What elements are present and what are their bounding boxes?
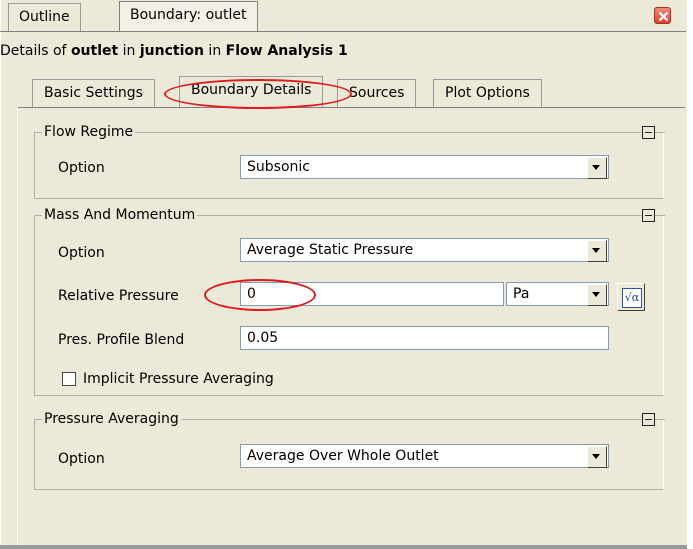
mass-option-select[interactable]: Average Static Pressure — [240, 238, 609, 262]
mass-momentum-title: Mass And Momentum — [42, 207, 198, 223]
pressure-averaging-option-label: Option — [58, 451, 105, 467]
chevron-down-icon[interactable] — [587, 157, 607, 179]
pressure-unit-select[interactable]: Pa — [506, 282, 609, 306]
profile-blend-value: 0.05 — [247, 330, 279, 346]
chevron-down-icon[interactable] — [587, 446, 607, 468]
collapse-icon[interactable] — [642, 209, 665, 222]
panel-right-edge — [687, 0, 693, 549]
pressure-averaging-option-select[interactable]: Average Over Whole Outlet — [240, 444, 609, 468]
expression-button[interactable]: √α — [617, 283, 645, 311]
implicit-pressure-checkbox[interactable] — [62, 372, 76, 386]
panel-bottom-edge — [0, 545, 690, 549]
collapse-icon[interactable] — [642, 126, 665, 139]
details-domain: junction — [139, 43, 204, 59]
profile-blend-label: Pres. Profile Blend — [58, 332, 185, 348]
tab-boundary-outlet-label: Boundary: outlet — [130, 7, 247, 23]
pressure-averaging-title: Pressure Averaging — [42, 411, 181, 427]
tab-basic-settings[interactable]: Basic Settings — [32, 79, 155, 107]
tab-strip-divider — [0, 31, 686, 32]
tab-sources-label: Sources — [349, 85, 405, 101]
highlight-ellipse-relative-pressure — [204, 279, 316, 311]
tab-outline[interactable]: Outline — [8, 3, 81, 31]
pressure-averaging-option-value: Average Over Whole Outlet — [247, 448, 439, 464]
tab-basic-settings-label: Basic Settings — [44, 85, 143, 101]
implicit-pressure-label: Implicit Pressure Averaging — [83, 371, 274, 387]
details-header: Details of outlet in junction in Flow An… — [0, 43, 348, 59]
details-mid2: in — [203, 43, 226, 59]
flow-regime-title: Flow Regime — [42, 124, 136, 140]
tab-boundary-outlet[interactable]: Boundary: outlet — [119, 1, 258, 32]
inner-panel-edge — [17, 107, 18, 549]
details-mid1: in — [118, 43, 140, 59]
chevron-down-icon[interactable] — [587, 284, 607, 306]
expression-icon: √α — [622, 288, 642, 308]
flow-regime-option-value: Subsonic — [247, 159, 310, 175]
mass-option-value: Average Static Pressure — [247, 242, 414, 258]
details-analysis: Flow Analysis 1 — [225, 43, 348, 59]
flow-regime-option-select[interactable]: Subsonic — [240, 155, 609, 179]
highlight-ellipse-boundary-details — [164, 79, 352, 109]
chevron-down-icon[interactable] — [587, 240, 607, 262]
inner-tab-divider — [17, 107, 685, 108]
profile-blend-input[interactable]: 0.05 — [240, 326, 609, 350]
relative-pressure-label: Relative Pressure — [58, 288, 179, 304]
close-button[interactable] — [654, 7, 671, 24]
mass-option-label: Option — [58, 245, 105, 261]
tab-outline-label: Outline — [19, 9, 70, 25]
flow-regime-option-label: Option — [58, 160, 105, 176]
pressure-unit-value: Pa — [513, 286, 530, 302]
collapse-icon[interactable] — [642, 413, 665, 426]
tab-plot-options-label: Plot Options — [445, 85, 530, 101]
details-prefix: Details of — [0, 43, 71, 59]
tab-plot-options[interactable]: Plot Options — [433, 79, 542, 107]
details-boundary: outlet — [70, 43, 119, 59]
close-icon — [658, 11, 669, 22]
